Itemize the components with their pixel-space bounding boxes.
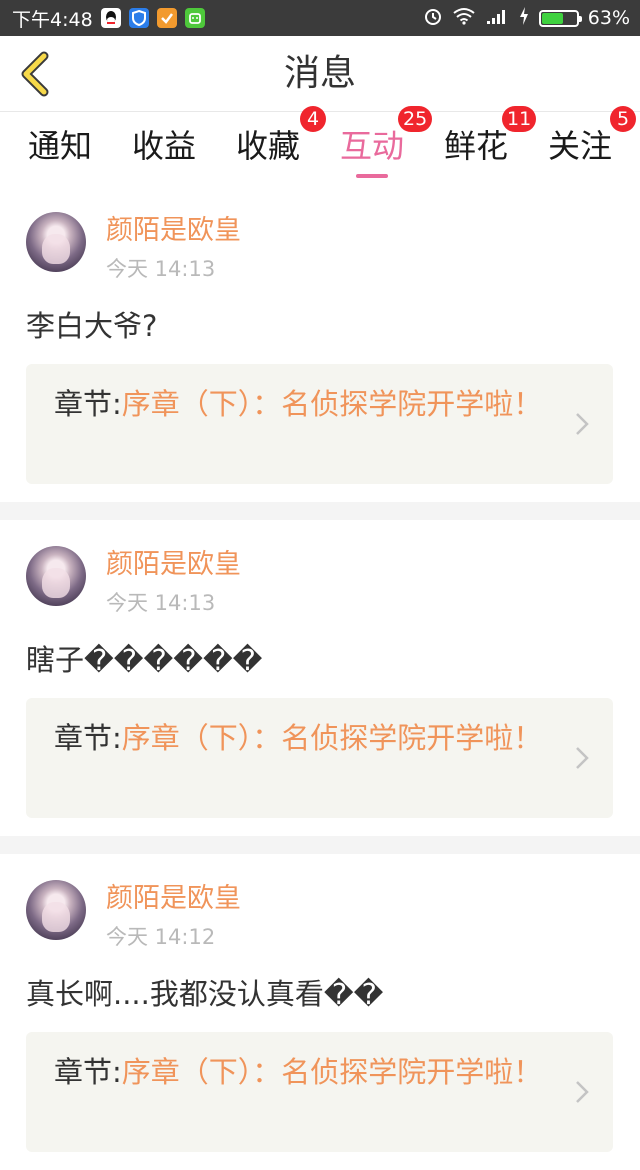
chapter-text: 章节:序章（下）：名侦探学院开学啦！: [54, 384, 564, 424]
comment-text: 李白大爷?: [26, 309, 158, 343]
wifi-icon: [452, 6, 476, 31]
battery-level: [541, 12, 564, 24]
message-card: 颜陌是欧皇 今天 14:12 真长啊....我都没认真看�� 章节:序章（下）：…: [0, 854, 640, 1170]
battery-icon: [538, 9, 582, 27]
signal-icon: [485, 6, 509, 31]
chapter-text: 章节:序章（下）：名侦探学院开学啦！: [54, 718, 564, 758]
shield-icon: [128, 8, 149, 28]
tab-label: 互动: [339, 127, 404, 165]
tab-label: 通知: [27, 127, 92, 165]
chevron-right-icon: [576, 1081, 589, 1103]
timestamp: 今天 14:12: [106, 925, 216, 949]
username[interactable]: 颜陌是欧皇: [106, 214, 241, 248]
avatar[interactable]: [26, 546, 86, 606]
tab-interactions[interactable]: 互动 25: [322, 106, 433, 186]
message-card: 颜陌是欧皇 今天 14:13 李白大爷? 章节:序章（下）：名侦探学院开学啦！: [0, 186, 640, 502]
section-divider: [0, 836, 640, 854]
tab-label: 收藏: [235, 127, 300, 165]
alarm-icon: [423, 6, 443, 31]
tab-favorites[interactable]: 收藏 4: [218, 106, 326, 186]
chapter-link[interactable]: 章节:序章（下）：名侦探学院开学啦！: [26, 698, 613, 818]
chapter-prefix: 章节:: [54, 1055, 122, 1089]
chapter-title: 序章（下）：名侦探学院开学啦！: [121, 1055, 543, 1089]
username[interactable]: 颜陌是欧皇: [106, 548, 241, 582]
comment-text: 瞎子������: [26, 643, 263, 677]
tab-label: 关注: [547, 127, 612, 165]
chevron-right-icon: [576, 413, 589, 435]
avatar[interactable]: [26, 880, 86, 940]
active-tab-indicator: [356, 174, 388, 178]
chapter-title: 序章（下）：名侦探学院开学啦！: [121, 387, 543, 421]
status-bar-left: 下午4:48: [12, 5, 205, 32]
section-divider: [0, 502, 640, 520]
tab-bar: 通知 收益 收藏 4 互动 25 鲜花 11 关注 5: [0, 106, 640, 186]
status-time: 下午4:48: [12, 8, 93, 31]
android-app-icon: [184, 8, 205, 28]
chapter-link[interactable]: 章节:序章（下）：名侦探学院开学啦！: [26, 364, 613, 484]
chapter-prefix: 章节:: [54, 387, 122, 421]
charging-icon: [518, 6, 530, 31]
tab-flowers[interactable]: 鲜花 11: [426, 106, 537, 186]
username[interactable]: 颜陌是欧皇: [106, 882, 241, 916]
title-bar: 消息: [0, 36, 640, 112]
chapter-prefix: 章节:: [54, 721, 122, 755]
timestamp: 今天 14:13: [106, 591, 216, 615]
comment-text: 真长啊....我都没认真看��: [26, 977, 384, 1011]
tab-label: 收益: [131, 127, 196, 165]
battery-percent: 63%: [587, 7, 630, 29]
tab-earnings[interactable]: 收益: [114, 112, 214, 186]
chapter-title: 序章（下）：名侦探学院开学啦！: [121, 721, 543, 755]
checkmark-app-icon: [156, 8, 177, 28]
chevron-right-icon: [576, 747, 589, 769]
page-title: 消息: [283, 53, 356, 94]
status-bar-right: 63%: [423, 6, 630, 31]
message-card: 颜陌是欧皇 今天 14:13 瞎子������ 章节:序章（下）：名侦探学院开学…: [0, 520, 640, 836]
qq-icon: [100, 8, 121, 28]
avatar[interactable]: [26, 212, 86, 272]
tab-label: 鲜花: [443, 127, 508, 165]
status-bar: 下午4:48 63%: [0, 0, 640, 36]
timestamp: 今天 14:13: [106, 257, 216, 281]
chapter-text: 章节:序章（下）：名侦探学院开学啦！: [54, 1052, 564, 1092]
badge-count: 5: [610, 106, 636, 132]
message-list: 颜陌是欧皇 今天 14:13 李白大爷? 章节:序章（下）：名侦探学院开学啦！ …: [0, 186, 640, 1170]
tab-notifications[interactable]: 通知: [10, 112, 110, 186]
tab-follows[interactable]: 关注 5: [530, 106, 636, 186]
chapter-link[interactable]: 章节:序章（下）：名侦探学院开学啦！: [26, 1032, 613, 1152]
